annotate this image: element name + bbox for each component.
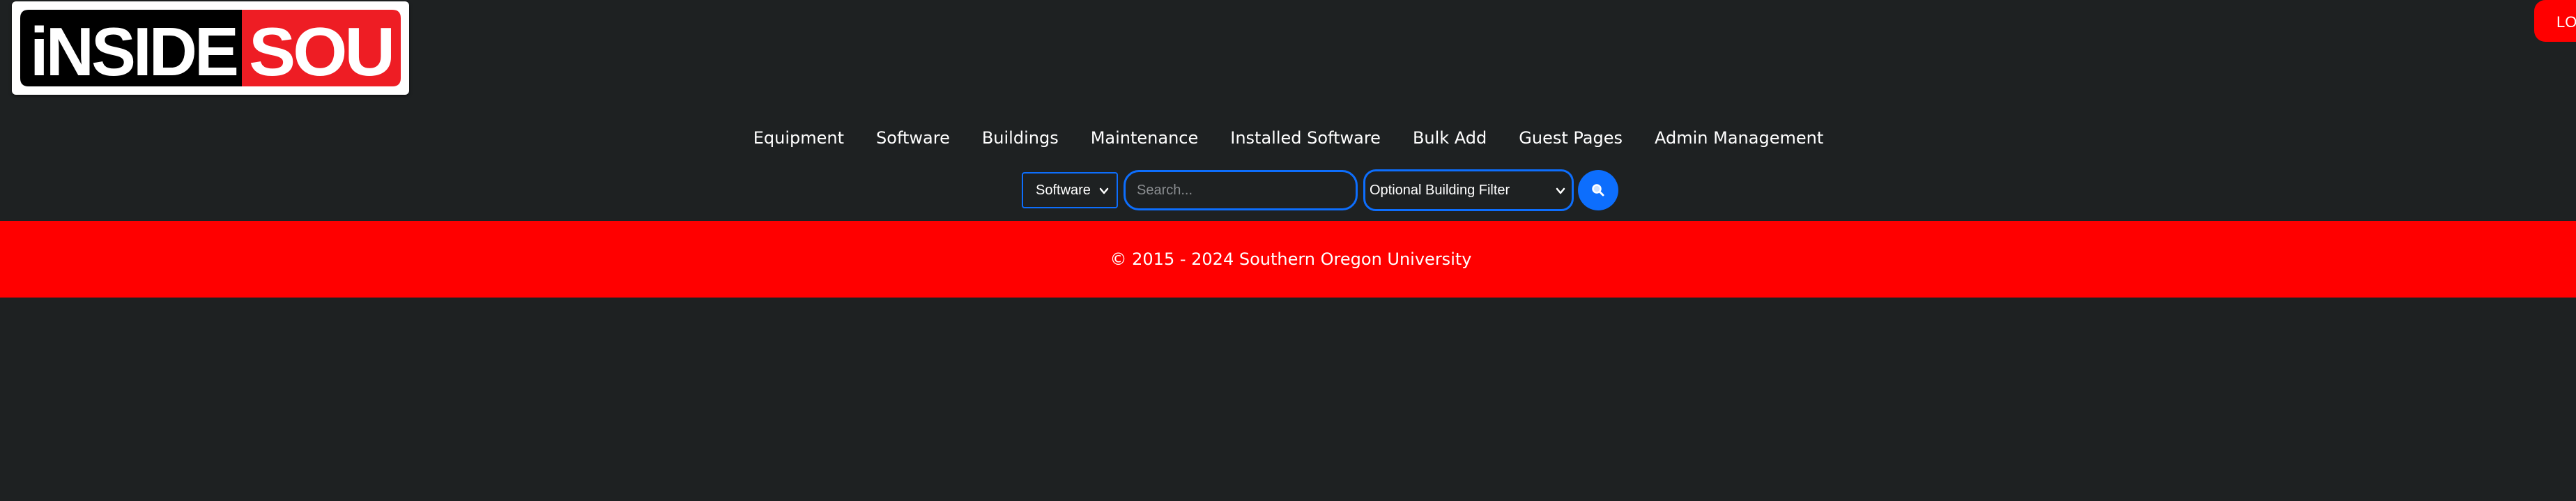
logo-graphic: iNSIDE SOU	[20, 10, 401, 90]
nav-buildings[interactable]: Buildings	[981, 125, 1059, 151]
search-form: Software Optional Building Filter	[1022, 168, 1618, 213]
footer: © 2015 - 2024 Southern Oregon University	[0, 221, 2576, 298]
search-input[interactable]	[1124, 170, 1358, 210]
chevron-down-icon	[1099, 187, 1109, 194]
search-button[interactable]	[1578, 170, 1618, 210]
copyright-text: © 2015 - 2024 Southern Oregon University	[1110, 249, 1472, 269]
login-label: LOGIN	[2556, 13, 2576, 31]
nav-bulk-add[interactable]: Bulk Add	[1412, 125, 1487, 151]
login-button[interactable]: LOGIN	[2534, 0, 2576, 42]
logo-text-right: SOU	[249, 13, 392, 90]
nav-maintenance[interactable]: Maintenance	[1090, 125, 1199, 151]
inside-sou-logo[interactable]: iNSIDE SOU	[12, 1, 409, 95]
nav-equipment[interactable]: Equipment	[753, 125, 844, 151]
search-type-value: Software	[1036, 182, 1091, 198]
chevron-down-icon	[1556, 187, 1565, 194]
nav-admin-management[interactable]: Admin Management	[1654, 125, 1823, 151]
building-filter-select[interactable]: Optional Building Filter	[1363, 169, 1574, 211]
logo-text-left: iNSIDE	[30, 13, 237, 90]
nav-software[interactable]: Software	[875, 125, 950, 151]
building-filter-value: Optional Building Filter	[1370, 182, 1510, 198]
nav-installed-software[interactable]: Installed Software	[1229, 125, 1381, 151]
search-icon	[1592, 184, 1604, 196]
search-type-select[interactable]: Software	[1022, 172, 1118, 208]
main-nav: Equipment Software Buildings Maintenance…	[0, 125, 2576, 151]
nav-guest-pages[interactable]: Guest Pages	[1518, 125, 1623, 151]
